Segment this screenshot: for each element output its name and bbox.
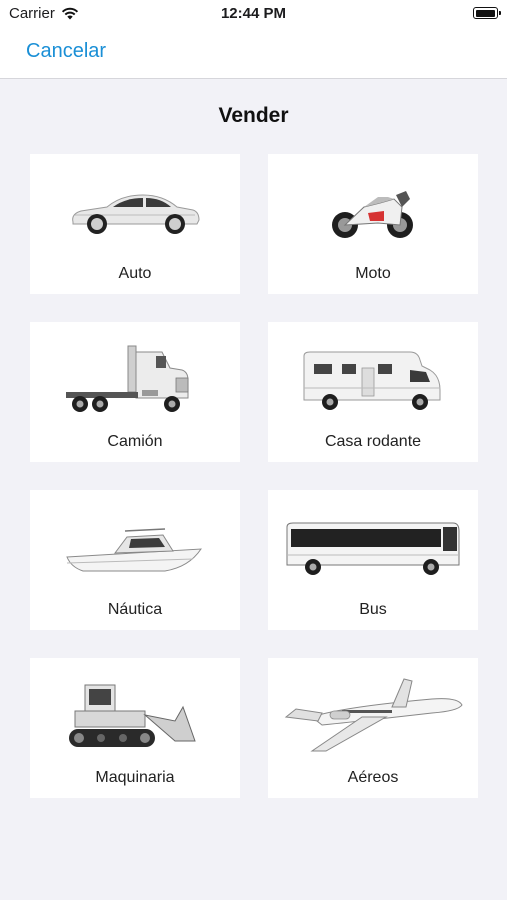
category-card-moto[interactable]: Moto <box>268 154 478 294</box>
motorcycle-icon <box>268 172 478 254</box>
category-card-camion[interactable]: Camión <box>30 322 240 462</box>
car-icon <box>30 172 240 254</box>
category-card-casa-rodante[interactable]: Casa rodante <box>268 322 478 462</box>
battery-fill <box>475 9 495 17</box>
category-label: Casa rodante <box>324 433 422 450</box>
category-label: Moto <box>355 265 391 282</box>
category-label: Náutica <box>107 601 163 618</box>
boat-icon <box>30 508 240 590</box>
category-card-auto[interactable]: Auto <box>30 154 240 294</box>
battery-icon <box>473 7 501 19</box>
category-label: Maquinaria <box>95 769 175 786</box>
status-time: 12:44 PM <box>220 5 287 22</box>
category-label: Auto <box>118 265 152 282</box>
airplane-icon <box>268 676 478 758</box>
category-label: Bus <box>359 601 387 618</box>
motorhome-icon <box>268 340 478 422</box>
category-label: Camión <box>107 433 163 450</box>
category-card-nautica[interactable]: Náutica <box>30 490 240 630</box>
truck-icon <box>30 340 240 422</box>
cancel-button[interactable]: Cancelar <box>26 40 106 63</box>
category-card-aereos[interactable]: Aéreos <box>268 658 478 798</box>
bus-icon <box>268 508 478 590</box>
page-title: Vender <box>218 104 289 127</box>
category-card-maquinaria[interactable]: Maquinaria <box>30 658 240 798</box>
bulldozer-icon <box>30 676 240 758</box>
category-card-bus[interactable]: Bus <box>268 490 478 630</box>
category-label: Aéreos <box>347 769 399 786</box>
category-grid: Auto Moto Camión Casa rodante Náutica Bu… <box>30 154 478 798</box>
nav-bar: Cancelar <box>0 28 507 79</box>
status-bar: Carrier 12:44 PM <box>0 0 507 28</box>
